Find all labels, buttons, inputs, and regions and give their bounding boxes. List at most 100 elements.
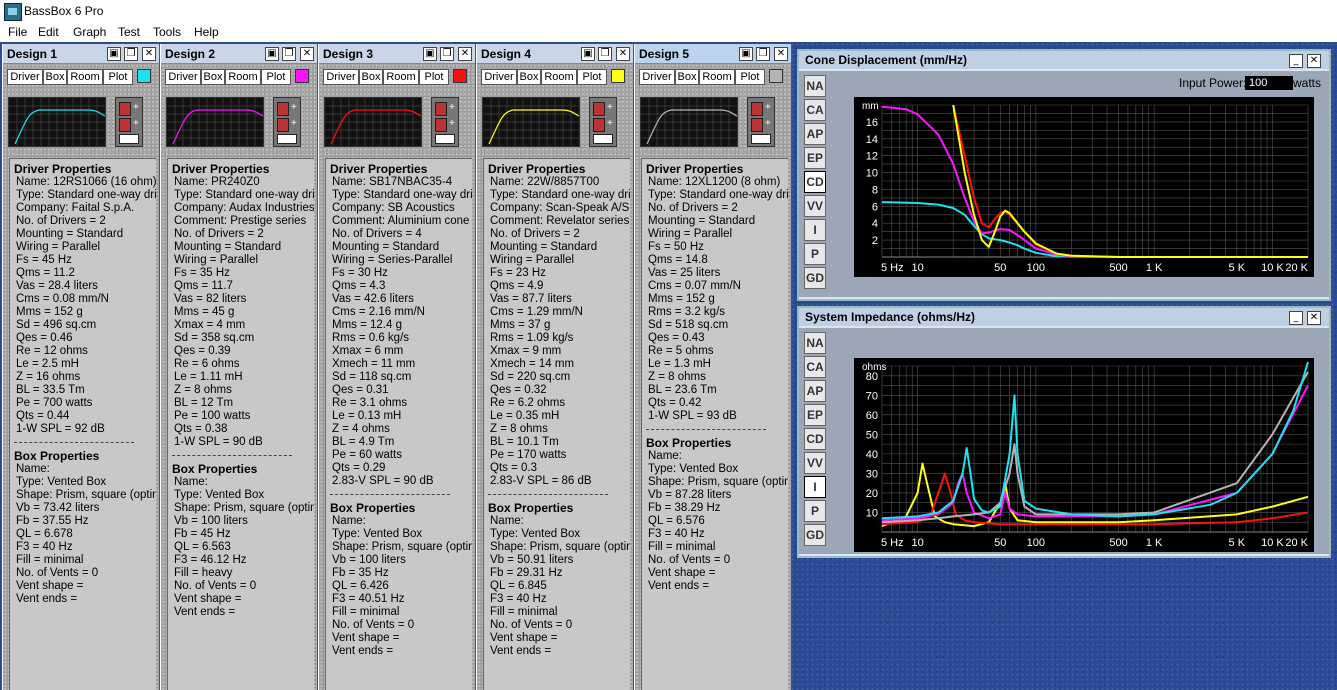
graph-button-p[interactable]: P	[804, 243, 826, 265]
graph-button-ca[interactable]: CA	[804, 356, 826, 378]
driver-property: Vas = 42.6 liters	[332, 293, 414, 305]
series-line-4	[881, 371, 1309, 524]
tab-driver[interactable]: Driver	[7, 69, 43, 85]
speaker-icon[interactable]: + +	[431, 97, 459, 147]
y-tick-label: 10	[866, 507, 878, 519]
system-impedance-window: System Impedance (ohms/Hz) _ ✕ NA CA AP EP C…	[797, 306, 1331, 558]
tab-plot[interactable]: Plot	[103, 69, 133, 85]
graph-button-ap[interactable]: AP	[804, 123, 826, 145]
plot-color-swatch[interactable]	[611, 69, 625, 83]
tab-box[interactable]: Box	[43, 69, 67, 85]
plot-color-swatch[interactable]	[295, 69, 309, 83]
minimize-button[interactable]: _	[1289, 54, 1303, 68]
speaker-icon[interactable]: + +	[589, 97, 617, 147]
graph-button-na[interactable]: NA	[804, 75, 826, 97]
tab-plot[interactable]: Plot	[261, 69, 291, 85]
box-property: F3 = 40 Hz	[16, 541, 73, 553]
close-button[interactable]: ✕	[458, 47, 472, 61]
save-icon[interactable]: ▣	[581, 47, 595, 61]
y-tick-label: 60	[866, 410, 878, 422]
box-properties-heading: Box Properties	[646, 436, 732, 450]
title-bar: BassBox 6 Pro	[0, 0, 1337, 22]
graph-button-ep[interactable]: EP	[804, 147, 826, 169]
tab-box[interactable]: Box	[517, 69, 541, 85]
save-icon[interactable]: ▣	[423, 47, 437, 61]
graph-button-gd[interactable]: GD	[804, 524, 826, 546]
tab-box[interactable]: Box	[359, 69, 383, 85]
tab-driver[interactable]: Driver	[481, 69, 517, 85]
graph-button-vv[interactable]: VV	[804, 452, 826, 474]
tab-driver[interactable]: Driver	[165, 69, 201, 85]
tab-box[interactable]: Box	[675, 69, 699, 85]
tab-room[interactable]: Room	[699, 69, 735, 85]
tab-plot[interactable]: Plot	[735, 69, 765, 85]
save-icon[interactable]: ▣	[107, 47, 121, 61]
tab-plot[interactable]: Plot	[577, 69, 607, 85]
input-power-field[interactable]: 100	[1245, 76, 1293, 90]
menu-edit[interactable]: Edit	[38, 25, 59, 39]
speaker-icon[interactable]: + +	[747, 97, 775, 147]
plot-color-swatch[interactable]	[453, 69, 467, 83]
speaker-icon[interactable]: + +	[115, 97, 143, 147]
tab-driver[interactable]: Driver	[323, 69, 359, 85]
graph-button-ep[interactable]: EP	[804, 404, 826, 426]
copy-icon[interactable]: ❐	[440, 47, 454, 61]
driver-property: No. of Drivers = 4	[332, 228, 422, 240]
tab-plot[interactable]: Plot	[419, 69, 449, 85]
close-button[interactable]: ✕	[1307, 311, 1321, 325]
close-button[interactable]: ✕	[774, 47, 788, 61]
driver-properties-heading: Driver Properties	[330, 162, 428, 176]
copy-icon[interactable]: ❐	[124, 47, 138, 61]
menu-graph[interactable]: Graph	[73, 25, 106, 39]
driver-property: No. of Drivers = 2	[16, 215, 106, 227]
graph-button-na[interactable]: NA	[804, 332, 826, 354]
tab-room[interactable]: Room	[67, 69, 103, 85]
menu-test[interactable]: Test	[118, 25, 140, 39]
driver-property: Comment: Prestige series	[174, 215, 307, 227]
box-property: No. of Vents = 0	[648, 554, 731, 566]
copy-icon[interactable]: ❐	[598, 47, 612, 61]
design-header: Design 2 ▣ ❐ ✕	[161, 44, 317, 64]
save-icon[interactable]: ▣	[265, 47, 279, 61]
plot-color-swatch[interactable]	[137, 69, 151, 83]
copy-icon[interactable]: ❐	[756, 47, 770, 61]
box-property: Fill = heavy	[174, 567, 233, 579]
menu-tools[interactable]: Tools	[153, 25, 181, 39]
driver-property: Z = 16 ohms	[16, 371, 81, 383]
box-property: Vent ends =	[490, 645, 552, 657]
graph-button-p[interactable]: P	[804, 500, 826, 522]
box-property: Type: Vented Box	[490, 528, 581, 540]
menu-help[interactable]: Help	[194, 25, 219, 39]
driver-property: Type: Standard one-way driver	[16, 189, 156, 201]
graph-button-cd[interactable]: CD	[804, 171, 826, 193]
driver-property: Z = 8 ohms	[490, 423, 548, 435]
graph-button-cd[interactable]: CD	[804, 428, 826, 450]
menu-file[interactable]: File	[8, 25, 27, 39]
minimize-button[interactable]: _	[1289, 311, 1303, 325]
save-icon[interactable]: ▣	[739, 47, 753, 61]
copy-icon[interactable]: ❐	[282, 47, 296, 61]
box-property: Type: Vented Box	[648, 463, 739, 475]
close-button[interactable]: ✕	[1307, 54, 1321, 68]
box-property: No. of Vents = 0	[174, 580, 257, 592]
plot-color-swatch[interactable]	[769, 69, 783, 83]
tab-room[interactable]: Room	[383, 69, 419, 85]
tab-room[interactable]: Room	[225, 69, 261, 85]
box-property: Vb = 50.91 liters	[490, 554, 574, 566]
graph-button-ap[interactable]: AP	[804, 380, 826, 402]
speaker-icon[interactable]: + +	[273, 97, 301, 147]
graph-button-vv[interactable]: VV	[804, 195, 826, 217]
graph-button-ca[interactable]: CA	[804, 99, 826, 121]
tab-box[interactable]: Box	[201, 69, 225, 85]
tab-room[interactable]: Room	[541, 69, 577, 85]
tab-driver[interactable]: Driver	[639, 69, 675, 85]
driver-property: Cms = 1.29 mm/N	[490, 306, 583, 318]
graph-button-i[interactable]: I	[804, 476, 826, 498]
driver-property: Re = 12 ohms	[16, 345, 88, 357]
close-button[interactable]: ✕	[142, 47, 156, 61]
graph-button-i[interactable]: I	[804, 219, 826, 241]
close-button[interactable]: ✕	[616, 47, 630, 61]
close-button[interactable]: ✕	[300, 47, 314, 61]
x-tick-label: 1 K	[1146, 262, 1163, 274]
graph-button-gd[interactable]: GD	[804, 267, 826, 289]
